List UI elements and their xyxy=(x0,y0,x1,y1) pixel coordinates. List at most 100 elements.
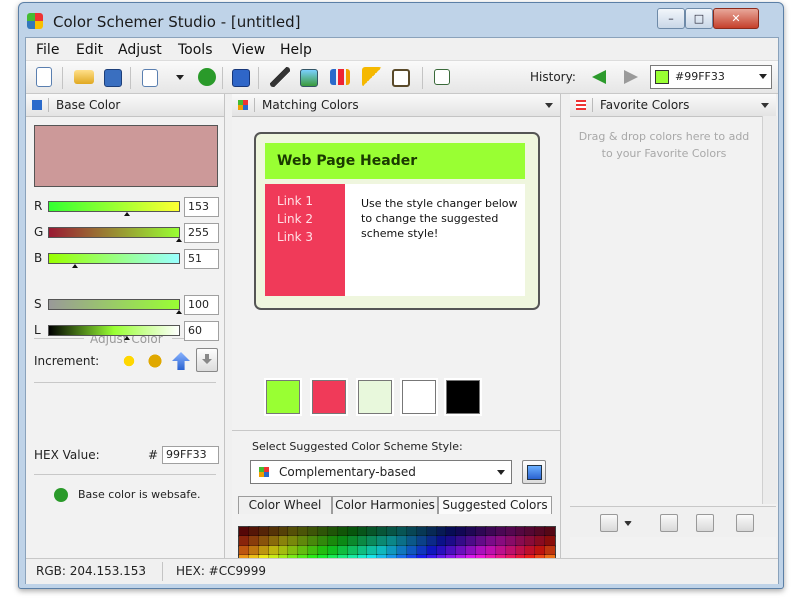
palette-cell[interactable] xyxy=(514,525,527,538)
palette-cell[interactable] xyxy=(346,525,359,538)
palette-cell[interactable] xyxy=(267,525,280,538)
palette-cell[interactable] xyxy=(317,535,329,547)
color-swatch[interactable] xyxy=(400,378,438,416)
save-icon[interactable] xyxy=(104,69,122,87)
palette-cell[interactable] xyxy=(445,525,458,538)
palette-cell[interactable] xyxy=(465,535,477,547)
new-document-icon[interactable] xyxy=(36,67,52,87)
copy-icon[interactable] xyxy=(142,69,158,87)
history-back-icon[interactable] xyxy=(592,70,606,84)
palette-cell[interactable] xyxy=(435,544,448,557)
palette-cell[interactable] xyxy=(366,535,379,547)
palette-cell[interactable] xyxy=(415,525,428,538)
check-icon[interactable] xyxy=(198,68,216,86)
palette-cell[interactable] xyxy=(277,544,290,557)
palette-cell[interactable] xyxy=(435,525,448,538)
palette-cell[interactable] xyxy=(277,535,290,547)
palette-cell[interactable] xyxy=(366,544,379,557)
slider-thumb[interactable] xyxy=(72,264,78,268)
green-value-field[interactable]: 255 xyxy=(184,223,219,243)
palette-cell[interactable] xyxy=(346,544,359,557)
tab-color-wheel[interactable]: Color Wheel xyxy=(238,496,332,514)
palette-cell[interactable] xyxy=(257,525,270,538)
palette-cell[interactable] xyxy=(307,535,319,547)
check-icon[interactable] xyxy=(696,514,714,532)
palette-cell[interactable] xyxy=(287,525,300,538)
color-swatch[interactable] xyxy=(356,378,394,416)
history-forward-icon[interactable] xyxy=(624,70,638,84)
chevron-down-icon[interactable] xyxy=(624,521,632,526)
palette-cell[interactable] xyxy=(494,535,507,547)
palette-cell[interactable] xyxy=(247,544,260,557)
palette-cell[interactable] xyxy=(494,544,507,557)
slider-thumb[interactable] xyxy=(176,310,182,314)
palette-cell[interactable] xyxy=(376,544,389,557)
palette-cell[interactable] xyxy=(386,535,398,547)
palette-cell[interactable] xyxy=(534,525,547,538)
brighten-icon[interactable] xyxy=(120,352,138,370)
palette-cell[interactable] xyxy=(435,535,448,547)
picture-icon[interactable] xyxy=(300,69,318,87)
tab-color-harmonies[interactable]: Color Harmonies xyxy=(332,496,438,514)
palette-cell[interactable] xyxy=(346,535,359,547)
palette-cell[interactable] xyxy=(257,544,270,557)
palette-cell[interactable] xyxy=(386,544,398,557)
paste-icon[interactable] xyxy=(600,514,618,532)
red-value-field[interactable]: 153 xyxy=(184,197,219,217)
title-bar[interactable]: Color Schemer Studio - [untitled] – □ ✕ xyxy=(19,3,783,37)
palette-cell[interactable] xyxy=(494,525,507,538)
palette-cell[interactable] xyxy=(376,535,389,547)
palette-cell[interactable] xyxy=(247,525,260,538)
open-folder-icon[interactable] xyxy=(74,70,94,84)
menu-tools[interactable]: Tools xyxy=(178,42,213,58)
palette-cell[interactable] xyxy=(267,535,280,547)
palette-cell[interactable] xyxy=(396,525,408,538)
palette-cell[interactable] xyxy=(287,535,300,547)
palette-cell[interactable] xyxy=(336,544,349,557)
palette-cell[interactable] xyxy=(336,525,349,538)
palette-cell[interactable] xyxy=(534,535,547,547)
color-swatch[interactable] xyxy=(310,378,348,416)
palette-cell[interactable] xyxy=(524,525,537,538)
menu-help[interactable]: Help xyxy=(280,42,312,58)
green-slider[interactable] xyxy=(48,227,182,242)
palette-cell[interactable] xyxy=(376,525,389,538)
color-swatch[interactable] xyxy=(444,378,482,416)
tab-suggested-colors[interactable]: Suggested Colors xyxy=(438,496,552,514)
palette-cell[interactable] xyxy=(317,544,329,557)
palette-cell[interactable] xyxy=(475,544,487,557)
vertical-scrollbar[interactable] xyxy=(762,116,777,504)
maximize-button[interactable]: □ xyxy=(685,8,713,29)
palette-cell[interactable] xyxy=(445,544,458,557)
palette-cell[interactable] xyxy=(356,535,369,547)
palette-cell[interactable] xyxy=(455,544,468,557)
minimize-button[interactable]: – xyxy=(657,8,685,29)
history-dropdown[interactable]: #99FF33 xyxy=(650,65,772,89)
wand-icon[interactable] xyxy=(362,67,382,87)
window-icon[interactable] xyxy=(392,69,410,87)
palette-cell[interactable] xyxy=(534,544,547,557)
palette-cell[interactable] xyxy=(356,544,369,557)
palette-cell[interactable] xyxy=(484,544,497,557)
apply-scheme-button[interactable] xyxy=(522,460,546,484)
menu-file[interactable]: File xyxy=(36,42,59,58)
darken-icon[interactable] xyxy=(146,352,164,370)
slider-thumb[interactable] xyxy=(124,212,130,216)
palette-cell[interactable] xyxy=(247,535,260,547)
palette-cell[interactable] xyxy=(544,525,556,538)
hex-value-field[interactable]: 99FF33 xyxy=(162,446,219,464)
palette-cell[interactable] xyxy=(405,544,418,557)
palette-cell[interactable] xyxy=(396,544,408,557)
palette-cell[interactable] xyxy=(257,535,270,547)
palette-cell[interactable] xyxy=(267,544,280,557)
palette-cell[interactable] xyxy=(465,544,477,557)
palette-cell[interactable] xyxy=(425,544,438,557)
rename-icon[interactable] xyxy=(660,514,678,532)
palette-cell[interactable] xyxy=(514,544,527,557)
delete-icon[interactable] xyxy=(736,514,754,532)
preview-link[interactable]: Link 3 xyxy=(277,230,313,244)
menu-edit[interactable]: Edit xyxy=(76,42,103,58)
palette-cell[interactable] xyxy=(297,544,310,557)
palette-cell[interactable] xyxy=(307,525,319,538)
slider-thumb[interactable] xyxy=(124,336,130,340)
